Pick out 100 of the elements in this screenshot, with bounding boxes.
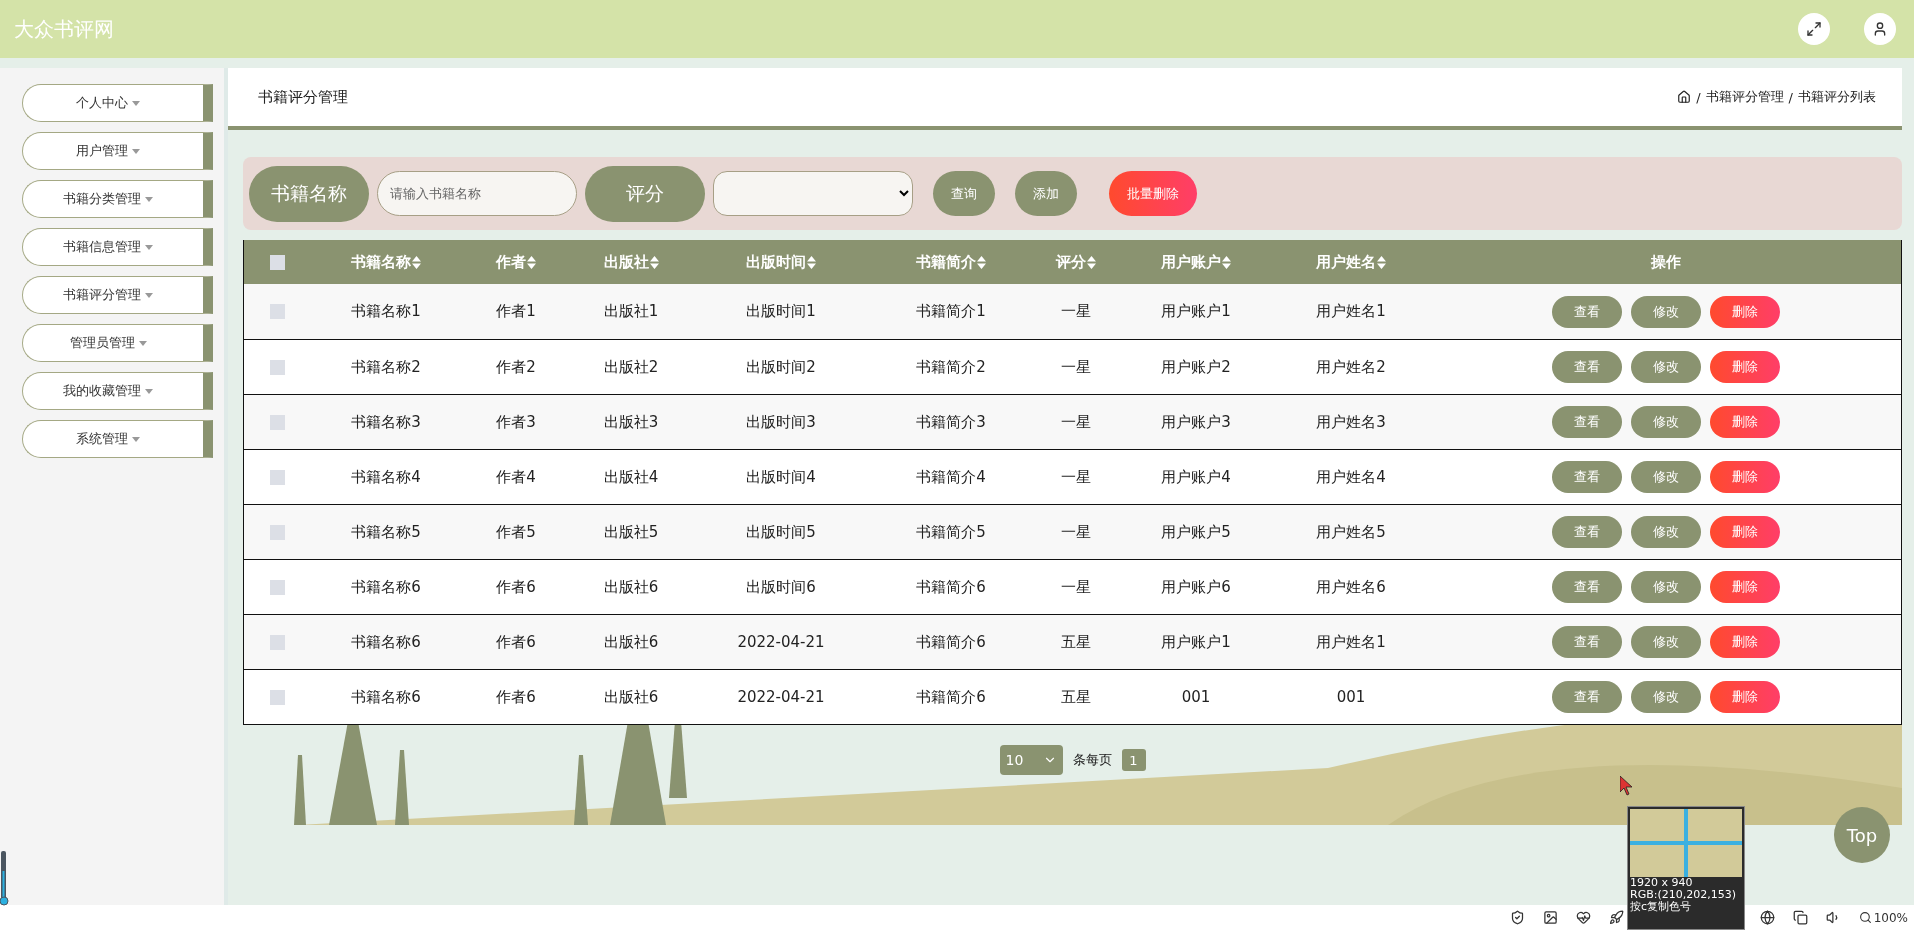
table-cell-text: 作者5: [495, 522, 537, 542]
sidebar-item[interactable]: 用户管理: [22, 132, 213, 170]
table-cell-text: 用户账户1: [1160, 302, 1232, 321]
column-header: 操作: [1650, 252, 1682, 272]
breadcrumb-item[interactable]: 书籍评分管理: [1705, 88, 1784, 106]
column-header[interactable]: 用户账户: [1121, 252, 1271, 272]
delete-button[interactable]: 删除: [1710, 406, 1780, 438]
table-cell-text: 用户姓名2: [1315, 357, 1387, 377]
delete-button[interactable]: 删除: [1710, 516, 1780, 548]
row-action-button[interactable]: 查看: [1552, 681, 1622, 713]
row-action-button[interactable]: 查看: [1552, 571, 1622, 603]
zoom-control[interactable]: 100%: [1858, 910, 1908, 925]
sidebar-item[interactable]: 书籍评分管理: [22, 276, 213, 314]
table-cell-text: 书籍名称1: [350, 302, 422, 321]
row-action-button[interactable]: 修改: [1631, 681, 1701, 713]
delete-button[interactable]: 删除: [1710, 461, 1780, 493]
back-to-top-button[interactable]: Top: [1834, 807, 1890, 863]
breadcrumb-separator: /: [1696, 89, 1701, 105]
table-cell-text: 2022-04-21: [736, 633, 826, 651]
table-cell-text: 作者2: [495, 357, 537, 377]
delete-button[interactable]: 删除: [1710, 626, 1780, 658]
row-action-button[interactable]: 查看: [1552, 406, 1622, 438]
rgb-text: RGB:(210,202,153): [1630, 889, 1737, 901]
table-cell-text: 用户账户4: [1160, 467, 1232, 487]
table-cell-text: 作者1: [495, 302, 537, 321]
table-cell-text: 出版时间5: [745, 522, 817, 542]
page-title: 书籍评分管理: [258, 87, 348, 107]
sidebar-item[interactable]: 管理员管理: [22, 324, 213, 362]
table-cell-text: 一星: [1060, 467, 1092, 487]
table-cell-text: 出版社1: [602, 302, 660, 321]
table-cell-text: 书籍名称6: [350, 687, 422, 707]
column-header[interactable]: 出版社: [571, 252, 691, 272]
table-cell-text: 书籍名称4: [350, 467, 422, 487]
table-cell-text: 出版社3: [602, 412, 660, 432]
table-cell-text: 书籍简介2: [915, 357, 987, 377]
table-cell-text: 一星: [1060, 577, 1092, 597]
table-cell-text: 出版时间1: [745, 302, 817, 321]
row-action-button[interactable]: 修改: [1631, 516, 1701, 548]
table-cell-text: 用户姓名3: [1315, 412, 1387, 432]
field-label: 书籍名称: [249, 165, 369, 222]
column-header[interactable]: 作者: [461, 252, 571, 272]
delete-button[interactable]: 删除: [1710, 351, 1780, 383]
column-header[interactable]: 评分: [1031, 252, 1121, 272]
row-action-button[interactable]: 修改: [1631, 571, 1701, 603]
sidebar-item[interactable]: 系统管理: [22, 420, 213, 458]
column-header[interactable]: 用户姓名: [1271, 252, 1431, 272]
table-cell-text: 001: [1180, 688, 1212, 706]
table-cell-text: 出版时间3: [745, 412, 817, 432]
table-cell-text: 书籍简介3: [915, 412, 987, 432]
batch-delete-button[interactable]: 批量删除: [1109, 171, 1197, 216]
action-button[interactable]: 查询: [933, 171, 995, 216]
table-cell-text: 出版时间4: [745, 467, 817, 487]
row-action-button[interactable]: 修改: [1631, 626, 1701, 658]
delete-button[interactable]: 删除: [1710, 295, 1780, 328]
page-size-label: 条每页: [1072, 751, 1112, 769]
row-action-button[interactable]: 查看: [1552, 461, 1622, 493]
row-action-button[interactable]: 查看: [1552, 295, 1622, 328]
screen-size-text: 1920 x 940: [1630, 877, 1694, 889]
table-cell-text: 书籍简介5: [915, 522, 987, 542]
table-cell-text: 书籍简介6: [915, 577, 987, 597]
row-action-button[interactable]: 修改: [1631, 295, 1701, 328]
copy-hint-text: 按c复制色号: [1630, 901, 1692, 913]
column-header[interactable]: 书籍名称: [311, 252, 461, 272]
table-cell-text: 001: [1335, 688, 1367, 706]
delete-button[interactable]: 删除: [1710, 681, 1780, 713]
table-cell-text: 五星: [1060, 632, 1092, 652]
row-action-button[interactable]: 修改: [1631, 351, 1701, 383]
table-cell-text: 五星: [1060, 687, 1092, 707]
row-action-button[interactable]: 修改: [1631, 461, 1701, 493]
table-cell-text: 用户姓名1: [1315, 302, 1387, 321]
table-cell-text: 书籍名称6: [350, 577, 422, 597]
table-cell-text: 出版社6: [602, 687, 660, 707]
table-cell-text: 用户账户5: [1160, 522, 1232, 542]
sidebar-item[interactable]: 个人中心: [22, 84, 213, 122]
sidebar-item[interactable]: 书籍信息管理: [22, 228, 213, 266]
action-button[interactable]: 添加: [1015, 171, 1077, 216]
column-header[interactable]: 书籍简介: [871, 252, 1031, 272]
field-label: 评分: [585, 165, 705, 222]
column-header[interactable]: 出版时间: [691, 252, 871, 272]
page-button[interactable]: 1: [1121, 749, 1146, 771]
table-cell-text: 用户姓名4: [1315, 467, 1387, 487]
row-action-button[interactable]: 查看: [1552, 351, 1622, 383]
sidebar-item[interactable]: 我的收藏管理: [22, 372, 213, 410]
table-cell-text: 书籍名称2: [350, 357, 422, 377]
sidebar-item[interactable]: 书籍分类管理: [22, 180, 213, 218]
row-action-button[interactable]: 查看: [1552, 516, 1622, 548]
table-cell-text: 作者6: [495, 577, 537, 597]
table-cell-text: 出版社2: [602, 357, 660, 377]
page-size-select[interactable]: 10: [999, 745, 1063, 775]
row-action-button[interactable]: 修改: [1631, 406, 1701, 438]
breadcrumb-item[interactable]: 书籍评分列表: [1798, 88, 1876, 106]
table-cell-text: 书籍名称6: [350, 632, 422, 652]
row-action-button[interactable]: 查看: [1552, 626, 1622, 658]
search-field[interactable]: 请输入书籍名称: [377, 171, 577, 216]
delete-button[interactable]: 删除: [1710, 571, 1780, 603]
table-cell-text: 一星: [1060, 522, 1092, 542]
table-cell-text: 用户姓名5: [1315, 522, 1387, 542]
table-cell-text: 出版时间6: [745, 577, 817, 597]
table-cell-text: 一星: [1060, 412, 1092, 432]
table-cell-text: 作者4: [495, 467, 537, 487]
